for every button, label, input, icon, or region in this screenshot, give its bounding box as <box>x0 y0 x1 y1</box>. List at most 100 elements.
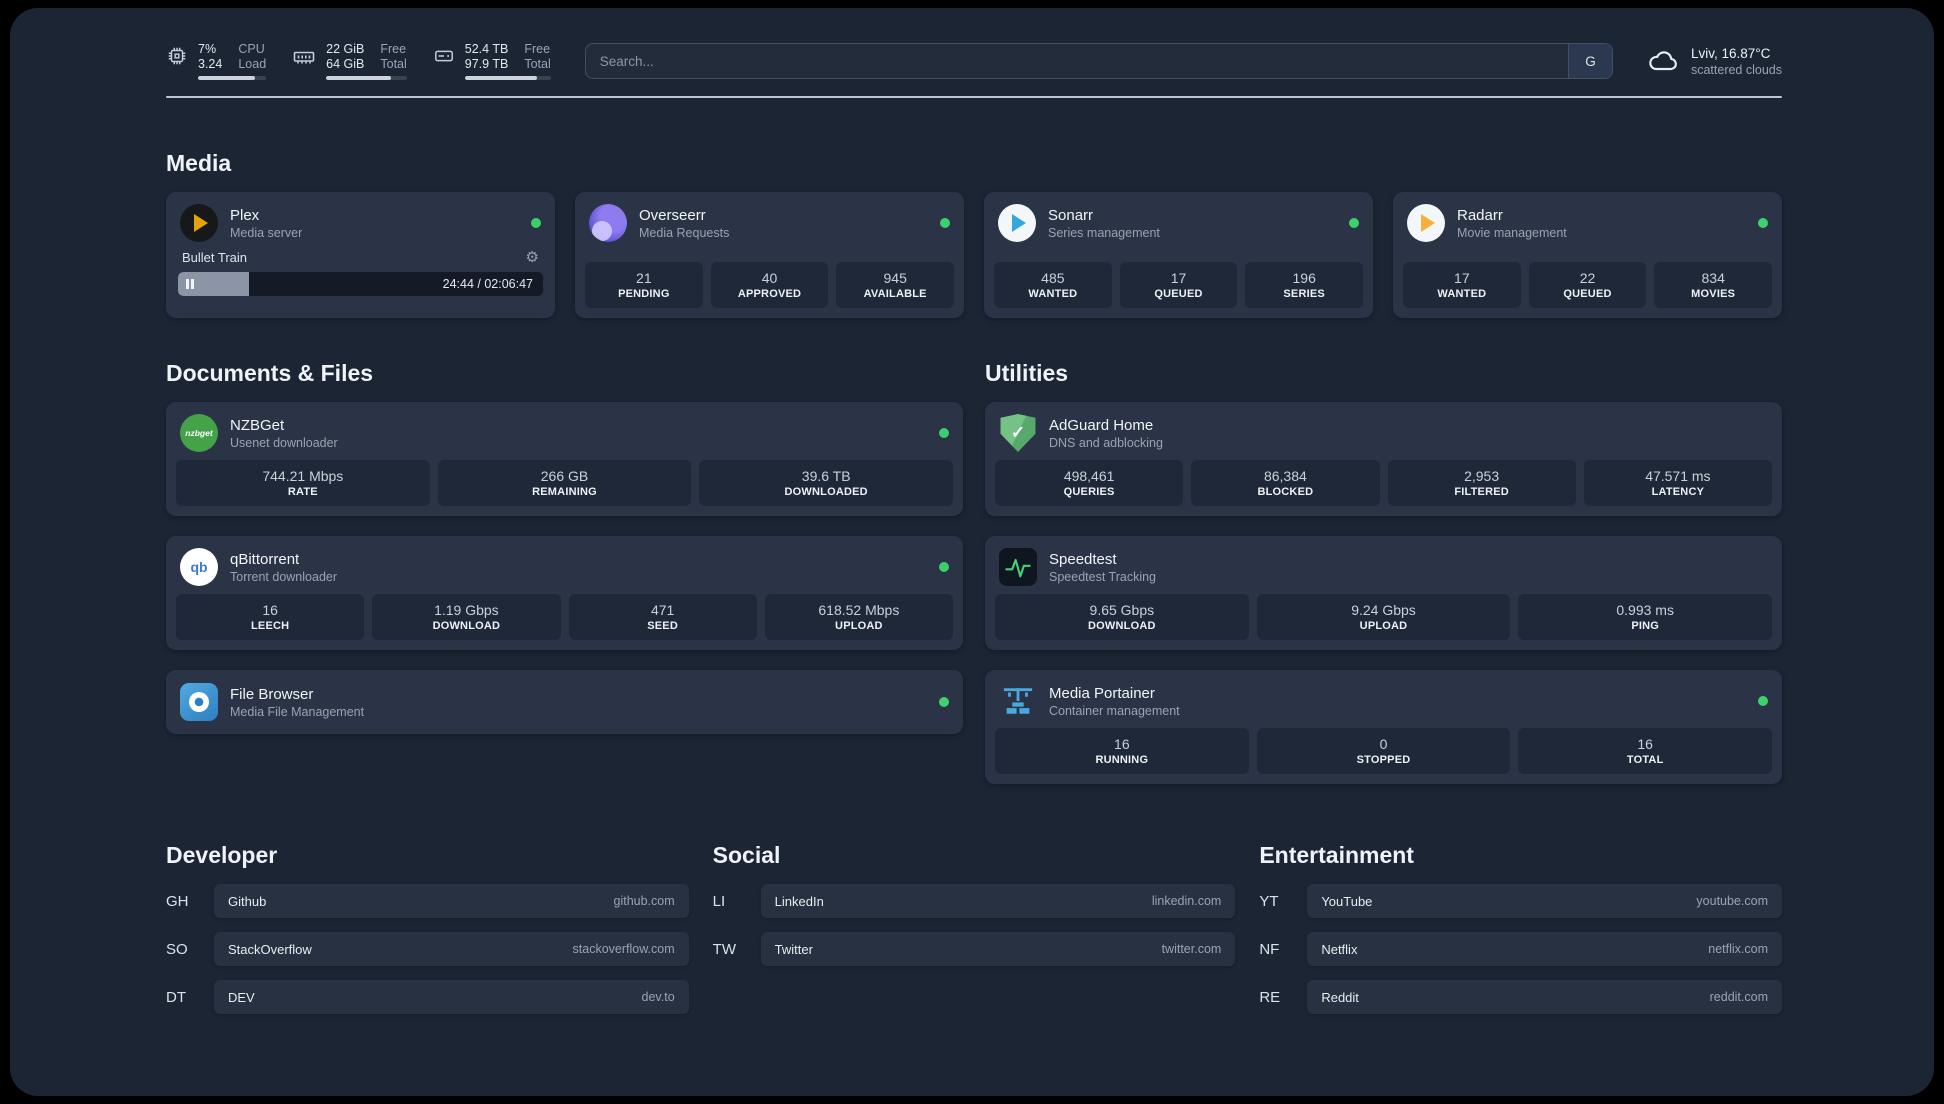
service-name: Radarr <box>1457 206 1503 224</box>
stat-value: 744.21 Mbps <box>262 468 344 484</box>
disk-free-value: 52.4 TB <box>464 42 509 56</box>
section-title-utilities: Utilities <box>985 360 1069 386</box>
stat-label: PING <box>1631 620 1660 632</box>
weather-widget: Lviv, 16.87°C scattered clouds <box>1647 45 1782 77</box>
bookmark-row: SO StackOverflow stackoverflow.com <box>166 932 689 966</box>
portainer-crane-icon <box>999 682 1037 720</box>
bookmark-abbr: RE <box>1259 988 1281 1006</box>
service-card-plex[interactable]: Plex Media server Bullet Train ⚙ 24:44 /… <box>166 192 555 318</box>
stat-box: 196 SERIES <box>1245 262 1364 308</box>
bookmark-link-twitter[interactable]: Twitter twitter.com <box>760 932 1236 966</box>
cpu-percent: 7% <box>198 42 217 56</box>
stat-label: QUEUED <box>1563 288 1612 300</box>
service-card-nzbget[interactable]: nzbget NZBGet Usenet downloader 744.21 M… <box>166 402 963 516</box>
stat-value: 40 <box>761 270 778 286</box>
stat-label: DOWNLOAD <box>432 620 501 632</box>
stat-label: AVAILABLE <box>863 288 927 300</box>
service-card-speedtest[interactable]: Speedtest Speedtest Tracking 9.65 Gbps D… <box>985 536 1782 650</box>
service-card-sonarr[interactable]: Sonarr Series management 485 WANTED 17 Q… <box>984 192 1373 318</box>
bookmark-link-linkedin[interactable]: LinkedIn linkedin.com <box>760 884 1236 918</box>
memory-free-value: 22 GiB <box>326 42 365 56</box>
search-input[interactable] <box>585 53 1568 69</box>
search-engine-button[interactable]: G <box>1567 44 1612 78</box>
stat-box: 471 SEED <box>568 594 757 640</box>
stat-box: 9.24 Gbps UPLOAD <box>1256 594 1511 640</box>
bookmark-link-dev[interactable]: DEV dev.to <box>214 980 689 1014</box>
bookmark-name: Netflix <box>1321 941 1358 957</box>
bookmark-name: Twitter <box>774 941 813 957</box>
stat-value: 21 <box>636 270 652 286</box>
bookmark-link-github[interactable]: Github github.com <box>214 884 689 918</box>
service-name: Overseerr <box>639 206 706 224</box>
stat-label: STOPPED <box>1356 754 1411 766</box>
section-utilities: Utilities ✓ AdGuard Home DNS and adblock… <box>985 360 1782 784</box>
bookmark-link-stackoverflow[interactable]: StackOverflow stackoverflow.com <box>214 932 689 966</box>
service-name: Speedtest <box>1049 550 1117 568</box>
disk-widget: 52.4 TB Free 97.9 TB Total <box>433 42 551 80</box>
header-divider <box>166 96 1782 98</box>
bookmark-name: YouTube <box>1321 893 1373 909</box>
stat-value: 0.993 ms <box>1616 602 1674 618</box>
service-card-filebrowser[interactable]: File Browser Media File Management <box>166 670 963 734</box>
stat-box: 16 RUNNING <box>995 728 1249 774</box>
bookmark-url: linkedin.com <box>1151 894 1222 908</box>
stat-value: 17 <box>1170 270 1187 286</box>
service-card-qbittorrent[interactable]: qb qBittorrent Torrent downloader 16 LEE… <box>166 536 963 650</box>
service-name: Sonarr <box>1048 206 1094 224</box>
stat-value: 22 <box>1579 270 1596 286</box>
stat-box: 17 WANTED <box>1403 262 1521 308</box>
service-card-overseerr[interactable]: Overseerr Media Requests 21 PENDING 40 A… <box>575 192 964 318</box>
service-card-radarr[interactable]: Radarr Movie management 17 WANTED 22 QUE… <box>1393 192 1782 318</box>
bookmark-link-netflix[interactable]: Netflix netflix.com <box>1307 932 1782 966</box>
bookmark-link-youtube[interactable]: YouTube youtube.com <box>1307 884 1782 918</box>
bookmark-abbr: LI <box>712 892 726 910</box>
pause-icon[interactable] <box>186 279 194 289</box>
service-subtitle: Series management <box>1048 225 1160 240</box>
top-bar: 7% CPU 3.24 Load 22 GiB Free 64 GiB Tota… <box>166 42 1782 80</box>
service-subtitle: DNS and adblocking <box>1049 435 1163 450</box>
service-subtitle: Container management <box>1049 703 1180 718</box>
status-dot <box>1349 218 1359 228</box>
bookmark-url: github.com <box>613 894 675 908</box>
stat-value: 1.19 Gbps <box>434 602 499 618</box>
section-developer: Developer GH Github github.com SO StackO… <box>166 842 689 1028</box>
status-dot <box>940 218 950 228</box>
stat-value: 618.52 Mbps <box>818 602 900 618</box>
disk-total-label: Total <box>524 57 551 71</box>
stat-box: 834 MOVIES <box>1654 262 1773 308</box>
bookmark-link-reddit[interactable]: Reddit reddit.com <box>1307 980 1782 1014</box>
stat-box: 1.19 Gbps DOWNLOAD <box>372 594 561 640</box>
service-card-portainer[interactable]: Media Portainer Container management 16 … <box>985 670 1782 784</box>
bookmark-row: YT YouTube youtube.com <box>1259 884 1782 918</box>
stat-value: 39.6 TB <box>801 468 851 484</box>
qbittorrent-icon: qb <box>180 548 218 586</box>
service-subtitle: Media File Management <box>230 704 365 719</box>
service-subtitle: Torrent downloader <box>230 569 338 584</box>
stat-label: WANTED <box>1437 288 1487 300</box>
stat-box: 744.21 Mbps RATE <box>176 460 430 506</box>
section-media: Media Plex Media server Bullet Train ⚙ 2… <box>166 150 1782 318</box>
bookmark-abbr: SO <box>166 940 188 958</box>
status-dot <box>939 562 949 572</box>
service-card-adguard[interactable]: ✓ AdGuard Home DNS and adblocking 498,46… <box>985 402 1782 516</box>
stat-value: 47.571 ms <box>1645 468 1711 484</box>
memory-usage-bar <box>326 76 407 80</box>
stat-box: 2,953 FILTERED <box>1387 460 1576 506</box>
bookmark-name: DEV <box>228 989 255 1005</box>
settings-gear-icon[interactable]: ⚙ <box>526 248 539 266</box>
stat-value: 9.65 Gbps <box>1089 602 1155 618</box>
service-subtitle: Media server <box>230 225 303 240</box>
bookmark-row: LI LinkedIn linkedin.com <box>713 884 1236 918</box>
playback-progress-bar[interactable]: 24:44 / 02:06:47 <box>178 272 543 296</box>
memory-total-value: 64 GiB <box>326 57 365 71</box>
bookmark-url: dev.to <box>641 990 675 1004</box>
service-name: NZBGet <box>230 416 285 434</box>
stat-label: SERIES <box>1283 288 1325 300</box>
nzbget-icon: nzbget <box>180 414 218 452</box>
stat-box: 22 QUEUED <box>1528 262 1647 308</box>
bookmark-name: StackOverflow <box>228 941 312 957</box>
section-social: Social LI LinkedIn linkedin.com TW Twitt… <box>713 842 1236 1028</box>
status-dot <box>1758 218 1768 228</box>
service-name: qBittorrent <box>230 550 300 568</box>
playback-progress-fill <box>178 272 250 296</box>
